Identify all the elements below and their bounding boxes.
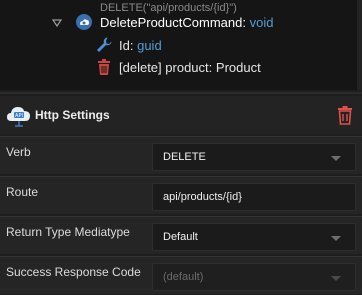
product-type: Product bbox=[215, 59, 261, 75]
property-row-route: Route api/products/{id} bbox=[0, 176, 362, 214]
mediatype-label: Return Type Mediatype bbox=[6, 225, 130, 239]
verb-label: Verb bbox=[6, 145, 31, 159]
response-code-placeholder: (default) bbox=[163, 271, 204, 283]
route-input[interactable]: api/products/{id} bbox=[152, 183, 356, 211]
tree-node-product[interactable]: [delete] product: Product bbox=[95, 57, 261, 77]
mediatype-dropdown[interactable]: Default bbox=[152, 223, 356, 251]
property-row-mediatype: Return Type Mediatype Default bbox=[0, 216, 362, 254]
chevron-down-icon[interactable] bbox=[331, 276, 341, 281]
property-grid: Verb DELETE Route api/products/{id} Retu… bbox=[0, 134, 362, 295]
panel-divider[interactable] bbox=[0, 92, 362, 94]
wrench-icon bbox=[97, 37, 112, 52]
model-tree: DELETE("api/products/{id}") DeleteProduc… bbox=[0, 0, 362, 90]
response-code-label: Success Response Code bbox=[6, 265, 141, 279]
property-row-verb: Verb DELETE bbox=[0, 136, 362, 174]
chevron-down-icon[interactable] bbox=[331, 236, 341, 241]
verb-dropdown[interactable]: DELETE bbox=[152, 143, 356, 171]
command-return-type: void bbox=[249, 15, 274, 30]
collapse-triangle-icon[interactable] bbox=[52, 18, 62, 28]
id-name: Id bbox=[119, 37, 130, 53]
chevron-down-icon[interactable] bbox=[331, 156, 341, 161]
command-name: DeleteProductCommand bbox=[100, 15, 243, 30]
product-separator: : bbox=[208, 59, 213, 75]
command-separator: : bbox=[242, 15, 246, 30]
trash-icon bbox=[98, 59, 110, 75]
id-separator: : bbox=[129, 37, 134, 53]
property-row-response-code: Success Response Code (default) bbox=[0, 256, 362, 294]
http-annotation: DELETE("api/products/{id}") bbox=[100, 2, 237, 14]
product-name: product bbox=[165, 59, 209, 75]
tree-scrollbar[interactable] bbox=[357, 0, 362, 90]
mediatype-value: Default bbox=[163, 231, 198, 243]
settings-title: Http Settings bbox=[35, 108, 110, 122]
tree-node-id[interactable]: Id: guid bbox=[95, 35, 162, 55]
id-type: guid bbox=[137, 37, 162, 53]
route-value: api/products/{id} bbox=[163, 191, 242, 203]
api-cloud-icon: API bbox=[7, 107, 30, 127]
remove-trash-icon[interactable] bbox=[336, 105, 354, 125]
response-code-dropdown[interactable]: (default) bbox=[152, 263, 356, 291]
product-stereotype: [delete] bbox=[119, 59, 162, 75]
route-label: Route bbox=[6, 185, 39, 199]
http-settings-header: API Http Settings bbox=[0, 96, 362, 134]
command-cloud-icon bbox=[76, 14, 92, 30]
verb-value: DELETE bbox=[163, 151, 206, 163]
svg-text:API: API bbox=[15, 113, 23, 119]
